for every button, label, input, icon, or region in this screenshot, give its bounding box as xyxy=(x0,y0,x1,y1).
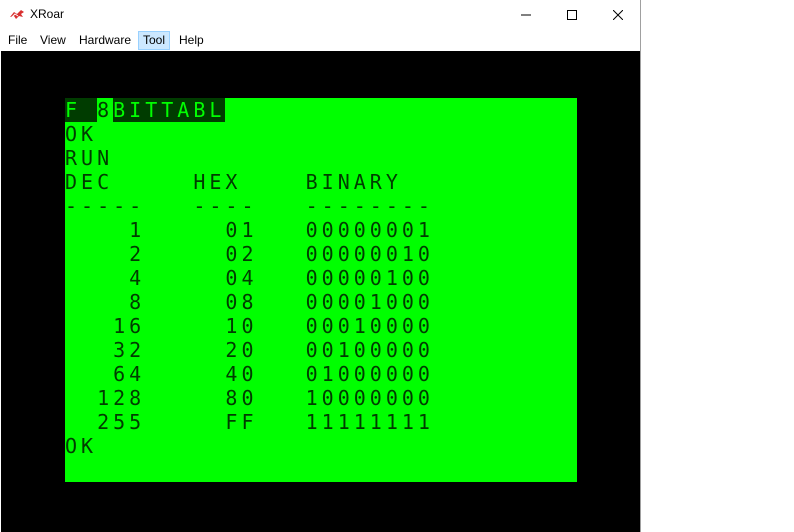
menu-view[interactable]: View xyxy=(36,31,70,50)
xroar-dragon-icon xyxy=(10,10,24,19)
table-row: 1 01 00000001 xyxy=(65,218,434,242)
maximize-button[interactable] xyxy=(549,0,595,30)
table-row: 64 40 01000000 xyxy=(65,362,434,386)
table-header: DEC HEX BINARY xyxy=(65,170,402,194)
menu-hardware[interactable]: Hardware xyxy=(75,31,135,50)
command-mid: 8 xyxy=(97,98,114,122)
close-icon xyxy=(613,10,623,20)
emulator-display[interactable]: F 8BITTABL OK RUN DEC HEX BINARY ----- -… xyxy=(1,51,640,532)
title-bar[interactable]: XRoar xyxy=(0,0,640,30)
table-row: 16 10 00010000 xyxy=(65,314,434,338)
table-separator: ----- ---- -------- xyxy=(65,194,434,218)
window-title: XRoar xyxy=(30,7,65,21)
maximize-icon xyxy=(567,10,577,20)
close-button[interactable] xyxy=(595,0,641,30)
table-row: 128 80 10000000 xyxy=(65,386,434,410)
screen-line: RUN xyxy=(65,146,114,170)
table-row: 255 FF 11111111 xyxy=(65,410,434,434)
screen-line: OK xyxy=(65,434,98,458)
command-prefix: F xyxy=(65,98,98,122)
xroar-window: XRoar File View Hardware Tool Help F 8BI… xyxy=(0,0,641,532)
table-row: 2 02 00000010 xyxy=(65,242,434,266)
minimize-icon xyxy=(521,14,531,16)
emulated-text-screen[interactable]: F 8BITTABL OK RUN DEC HEX BINARY ----- -… xyxy=(65,98,577,482)
table-row: 32 20 00100000 xyxy=(65,338,434,362)
menu-help[interactable]: Help xyxy=(175,31,208,50)
table-row: 4 04 00000100 xyxy=(65,266,434,290)
menu-bar: File View Hardware Tool Help xyxy=(0,30,640,50)
screen-line-command: F 8BITTABL xyxy=(65,98,577,122)
menu-tool[interactable]: Tool xyxy=(138,31,171,50)
screen-line: OK xyxy=(65,122,98,146)
command-name: BITTABL xyxy=(113,98,226,122)
menu-file[interactable]: File xyxy=(4,31,31,50)
minimize-button[interactable] xyxy=(503,0,549,30)
table-row: 8 08 00001000 xyxy=(65,290,434,314)
